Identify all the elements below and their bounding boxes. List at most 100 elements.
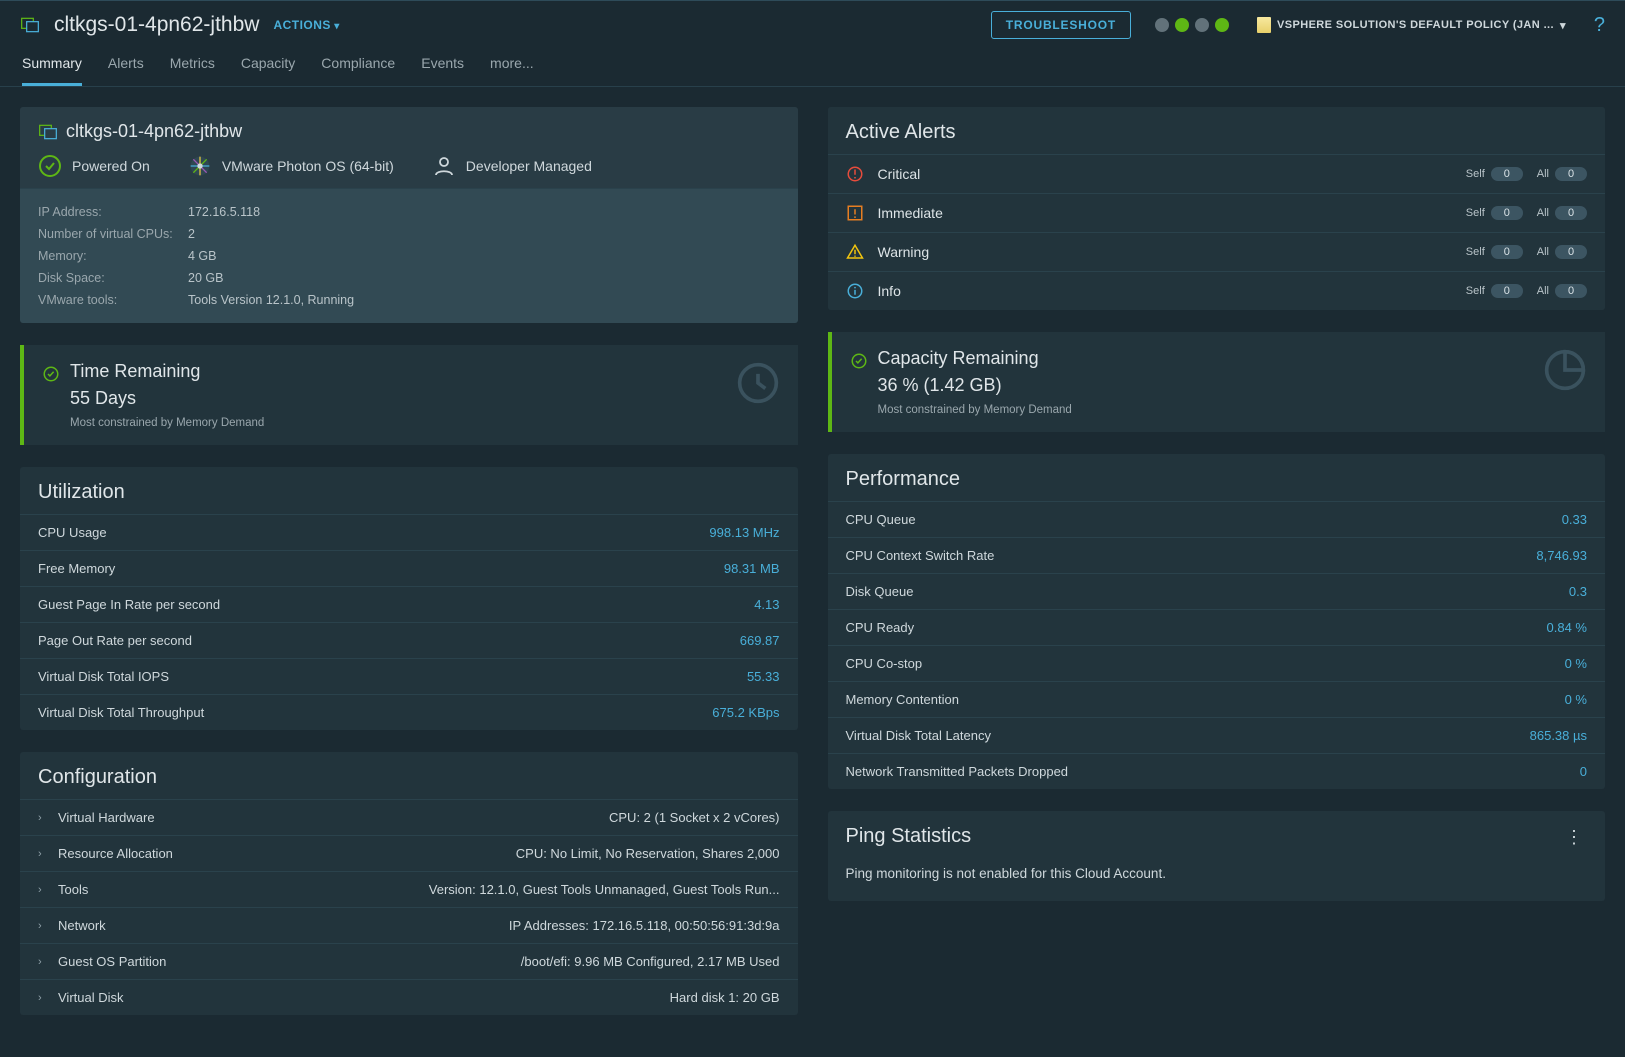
vm-icon [20, 15, 40, 35]
self-count[interactable]: 0 [1491, 167, 1523, 181]
kpi-value: 55 Days [70, 388, 736, 409]
signal-indicators [1155, 18, 1229, 32]
spec-value: 172.16.5.118 [188, 205, 260, 219]
metric-row[interactable]: Disk Queue0.3 [828, 573, 1606, 609]
tab-more[interactable]: more... [490, 55, 534, 86]
user-icon [432, 154, 456, 178]
config-row[interactable]: ›Virtual DiskHard disk 1: 20 GB [20, 979, 798, 1015]
check-icon [850, 352, 868, 373]
tab-metrics[interactable]: Metrics [170, 55, 215, 86]
ping-statistics-card: Ping Statistics ⋮ Ping monitoring is not… [828, 811, 1606, 901]
kpi-title: Time Remaining [70, 361, 736, 382]
tab-events[interactable]: Events [421, 55, 464, 86]
metric-row[interactable]: CPU Context Switch Rate8,746.93 [828, 537, 1606, 573]
metric-row[interactable]: CPU Co-stop0 % [828, 645, 1606, 681]
policy-label: VSPHERE SOLUTION'S DEFAULT POLICY (JAN .… [1277, 19, 1554, 31]
chevron-right-icon: › [38, 884, 48, 896]
left-column: cltkgs-01-4pn62-jthbw Powered On [20, 107, 798, 1015]
spec-label: Memory: [38, 249, 188, 263]
immediate-icon [846, 204, 866, 222]
metric-row[interactable]: CPU Queue0.33 [828, 501, 1606, 537]
card-title: Active Alerts [828, 107, 1606, 154]
page-header: cltkgs-01-4pn62-jthbw ACTIONS TROUBLESHO… [0, 1, 1625, 45]
check-icon [42, 365, 60, 386]
chevron-right-icon: › [38, 920, 48, 932]
vm-summary-card: cltkgs-01-4pn62-jthbw Powered On [20, 107, 798, 323]
metric-row[interactable]: Virtual Disk Total Throughput675.2 KBps [20, 694, 798, 730]
spec-value: Tools Version 12.1.0, Running [188, 293, 354, 307]
spec-label: VMware tools: [38, 293, 188, 307]
kpi-value: 36 % (1.42 GB) [878, 375, 1544, 396]
chevron-right-icon: › [38, 848, 48, 860]
vm-name: cltkgs-01-4pn62-jthbw [66, 121, 242, 142]
card-title: Ping Statistics [846, 825, 972, 848]
alert-row-info[interactable]: Info Self0 All0 [828, 271, 1606, 310]
spec-value: 20 GB [188, 271, 223, 285]
right-column: Active Alerts Critical Self0 All0 Immedi… [828, 107, 1606, 1015]
chevron-right-icon: › [38, 956, 48, 968]
tab-capacity[interactable]: Capacity [241, 55, 295, 86]
warning-icon [846, 243, 866, 261]
self-count[interactable]: 0 [1491, 284, 1523, 298]
card-title: Configuration [20, 752, 798, 799]
info-icon [846, 282, 866, 300]
spec-label: Disk Space: [38, 271, 188, 285]
all-count[interactable]: 0 [1555, 284, 1587, 298]
time-remaining-card[interactable]: Time Remaining 55 Days Most constrained … [20, 345, 798, 445]
policy-selector[interactable]: VSPHERE SOLUTION'S DEFAULT POLICY (JAN .… [1257, 17, 1566, 33]
self-count[interactable]: 0 [1491, 245, 1523, 259]
metric-row[interactable]: Free Memory98.31 MB [20, 550, 798, 586]
metric-row[interactable]: Guest Page In Rate per second4.13 [20, 586, 798, 622]
metric-row[interactable]: CPU Usage998.13 MHz [20, 514, 798, 550]
kpi-subtitle: Most constrained by Memory Demand [878, 404, 1544, 416]
chevron-right-icon: › [38, 992, 48, 1004]
alert-row-warning[interactable]: Warning Self0 All0 [828, 232, 1606, 271]
tab-summary[interactable]: Summary [22, 55, 82, 86]
signal-dot [1215, 18, 1229, 32]
metric-row[interactable]: Page Out Rate per second669.87 [20, 622, 798, 658]
metric-row[interactable]: Network Transmitted Packets Dropped0 [828, 753, 1606, 789]
chevron-down-icon: ▾ [1560, 19, 1566, 32]
policy-icon [1257, 17, 1271, 33]
config-row[interactable]: ›Guest OS Partition/boot/efi: 9.96 MB Co… [20, 943, 798, 979]
all-count[interactable]: 0 [1555, 245, 1587, 259]
all-count[interactable]: 0 [1555, 206, 1587, 220]
config-row[interactable]: ›ToolsVersion: 12.1.0, Guest Tools Unman… [20, 871, 798, 907]
signal-dot [1195, 18, 1209, 32]
page-title: cltkgs-01-4pn62-jthbw [54, 13, 259, 37]
config-row[interactable]: ›Virtual HardwareCPU: 2 (1 Socket x 2 vC… [20, 799, 798, 835]
performance-card: Performance CPU Queue0.33 CPU Context Sw… [828, 454, 1606, 789]
card-title: Utilization [20, 467, 798, 514]
troubleshoot-button[interactable]: TROUBLESHOOT [991, 11, 1131, 39]
signal-dot [1175, 18, 1189, 32]
alert-row-immediate[interactable]: Immediate Self0 All0 [828, 193, 1606, 232]
guest-os: VMware Photon OS (64-bit) [222, 158, 394, 174]
tab-compliance[interactable]: Compliance [321, 55, 395, 86]
metric-row[interactable]: Virtual Disk Total Latency865.38 µs [828, 717, 1606, 753]
metric-row[interactable]: Memory Contention0 % [828, 681, 1606, 717]
spec-label: IP Address: [38, 205, 188, 219]
spec-label: Number of virtual CPUs: [38, 227, 188, 241]
config-row[interactable]: ›Resource AllocationCPU: No Limit, No Re… [20, 835, 798, 871]
dashboard-grid: cltkgs-01-4pn62-jthbw Powered On [0, 87, 1625, 1035]
configuration-card: Configuration ›Virtual HardwareCPU: 2 (1… [20, 752, 798, 1015]
alert-row-critical[interactable]: Critical Self0 All0 [828, 154, 1606, 193]
kpi-subtitle: Most constrained by Memory Demand [70, 417, 736, 429]
tab-alerts[interactable]: Alerts [108, 55, 144, 86]
managed-by: Developer Managed [466, 158, 592, 174]
capacity-remaining-card[interactable]: Capacity Remaining 36 % (1.42 GB) Most c… [828, 332, 1606, 432]
config-row[interactable]: ›NetworkIP Addresses: 172.16.5.118, 00:5… [20, 907, 798, 943]
power-on-icon [38, 154, 62, 178]
kpi-title: Capacity Remaining [878, 348, 1544, 369]
spec-value: 4 GB [188, 249, 217, 263]
metric-row[interactable]: Virtual Disk Total IOPS55.33 [20, 658, 798, 694]
signal-dot [1155, 18, 1169, 32]
help-icon[interactable]: ? [1594, 14, 1605, 37]
metric-row[interactable]: CPU Ready0.84 % [828, 609, 1606, 645]
kebab-menu-icon[interactable]: ⋮ [1561, 828, 1587, 846]
all-count[interactable]: 0 [1555, 167, 1587, 181]
vm-specs: IP Address:172.16.5.118 Number of virtua… [20, 188, 798, 323]
actions-dropdown[interactable]: ACTIONS [273, 18, 339, 32]
critical-icon [846, 165, 866, 183]
self-count[interactable]: 0 [1491, 206, 1523, 220]
